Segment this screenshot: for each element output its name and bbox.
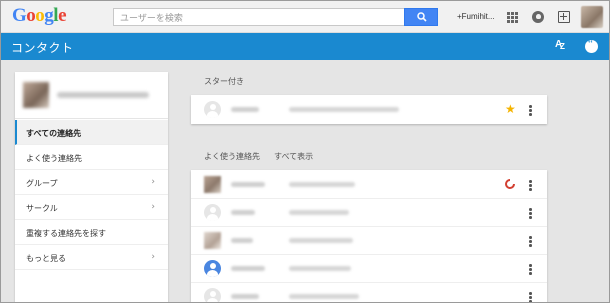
contact-name-redacted [231, 294, 259, 299]
sidebar-item-all-contacts[interactable]: すべての連絡先 [15, 120, 168, 145]
logo-letter: o [26, 5, 36, 26]
search-input[interactable]: ユーザーを検索 [113, 8, 405, 26]
account-avatar[interactable] [581, 6, 603, 28]
google-logo[interactable]: Google [12, 5, 66, 27]
sidebar-item-label: サークル [26, 204, 58, 213]
search-button[interactable] [404, 8, 438, 26]
page-title: コンタクト [11, 41, 74, 55]
logo-letter: G [12, 5, 27, 26]
sidebar-item-groups[interactable]: グループ › [15, 170, 168, 195]
contact-email-redacted [289, 238, 353, 243]
sidebar-item-label: グループ [26, 179, 58, 188]
star-icon[interactable]: ★ [505, 102, 516, 116]
sidebar-item-label: もっと見る [26, 254, 66, 263]
default-avatar-icon [204, 288, 221, 302]
account-summary[interactable] [15, 72, 168, 119]
sidebar: すべての連絡先 よく使う連絡先 グループ › サークル › 重複する連絡先を探す… [15, 72, 168, 302]
account-name-redacted [57, 92, 149, 98]
contact-name-redacted [231, 238, 253, 243]
share-icon[interactable] [558, 11, 570, 23]
frequent-card [191, 170, 547, 302]
more-vert-icon[interactable] [529, 180, 532, 191]
chevron-right-icon: › [151, 252, 155, 262]
chat-icon[interactable] [585, 38, 598, 53]
frequent-section-label: よく使う連絡先 [204, 152, 260, 161]
contact-email-redacted [289, 182, 355, 187]
contact-row[interactable] [191, 282, 547, 302]
more-vert-icon[interactable] [529, 264, 532, 275]
contact-photo [204, 232, 221, 249]
sort-az-icon[interactable]: AZ [555, 39, 565, 51]
sidebar-item-frequent[interactable]: よく使う連絡先 [15, 145, 168, 170]
starred-card: ★ [191, 95, 547, 124]
starred-section-label: スター付き [204, 77, 244, 86]
contact-name-redacted [231, 266, 265, 271]
more-vert-icon[interactable] [529, 105, 532, 116]
contact-email-redacted [289, 107, 399, 112]
chevron-right-icon: › [151, 202, 155, 212]
logo-letter: e [58, 5, 66, 26]
contact-name-redacted [231, 107, 259, 112]
contact-row[interactable] [191, 198, 547, 227]
apps-grid-icon[interactable] [507, 12, 518, 23]
contact-row[interactable] [191, 226, 547, 255]
contact-name-redacted [231, 210, 255, 215]
user-name-link[interactable]: +Fumihit... [457, 12, 495, 21]
more-vert-icon[interactable] [529, 208, 532, 219]
contact-row[interactable] [191, 170, 547, 199]
app-header: コンタクト AZ [1, 33, 609, 60]
more-vert-icon[interactable] [529, 236, 532, 247]
sidebar-item-more[interactable]: もっと見る › [15, 245, 168, 270]
account-avatar [23, 82, 49, 108]
sidebar-item-circles[interactable]: サークル › [15, 195, 168, 220]
contact-row[interactable] [191, 254, 547, 283]
contact-email-redacted [289, 266, 351, 271]
more-vert-icon[interactable] [529, 292, 532, 302]
contact-email-redacted [289, 210, 349, 215]
sidebar-item-find-duplicates[interactable]: 重複する連絡先を探す [15, 220, 168, 245]
sidebar-item-label: よく使う連絡先 [26, 154, 82, 163]
contact-row[interactable]: ★ [191, 95, 547, 124]
google-plus-circle-icon[interactable] [505, 179, 515, 189]
app-frame: Google ユーザーを検索 +Fumihit... コンタクト AZ “ すべ… [0, 0, 610, 303]
logo-letter: g [44, 5, 54, 26]
google-bar: Google ユーザーを検索 +Fumihit... [1, 1, 609, 33]
contact-email-redacted [289, 294, 359, 299]
logo-letter: o [35, 5, 45, 26]
chevron-right-icon: › [151, 177, 155, 187]
default-avatar-icon [204, 204, 221, 221]
default-avatar-icon [204, 101, 221, 118]
notification-icon[interactable] [532, 11, 544, 23]
sidebar-item-label: すべての連絡先 [26, 129, 82, 138]
contact-photo [204, 176, 221, 193]
search-icon [417, 12, 427, 22]
sidebar-item-label: 重複する連絡先を探す [26, 229, 106, 238]
default-avatar-icon [204, 260, 221, 277]
contact-name-redacted [231, 182, 265, 187]
show-all-link[interactable]: すべて表示 [274, 151, 313, 162]
